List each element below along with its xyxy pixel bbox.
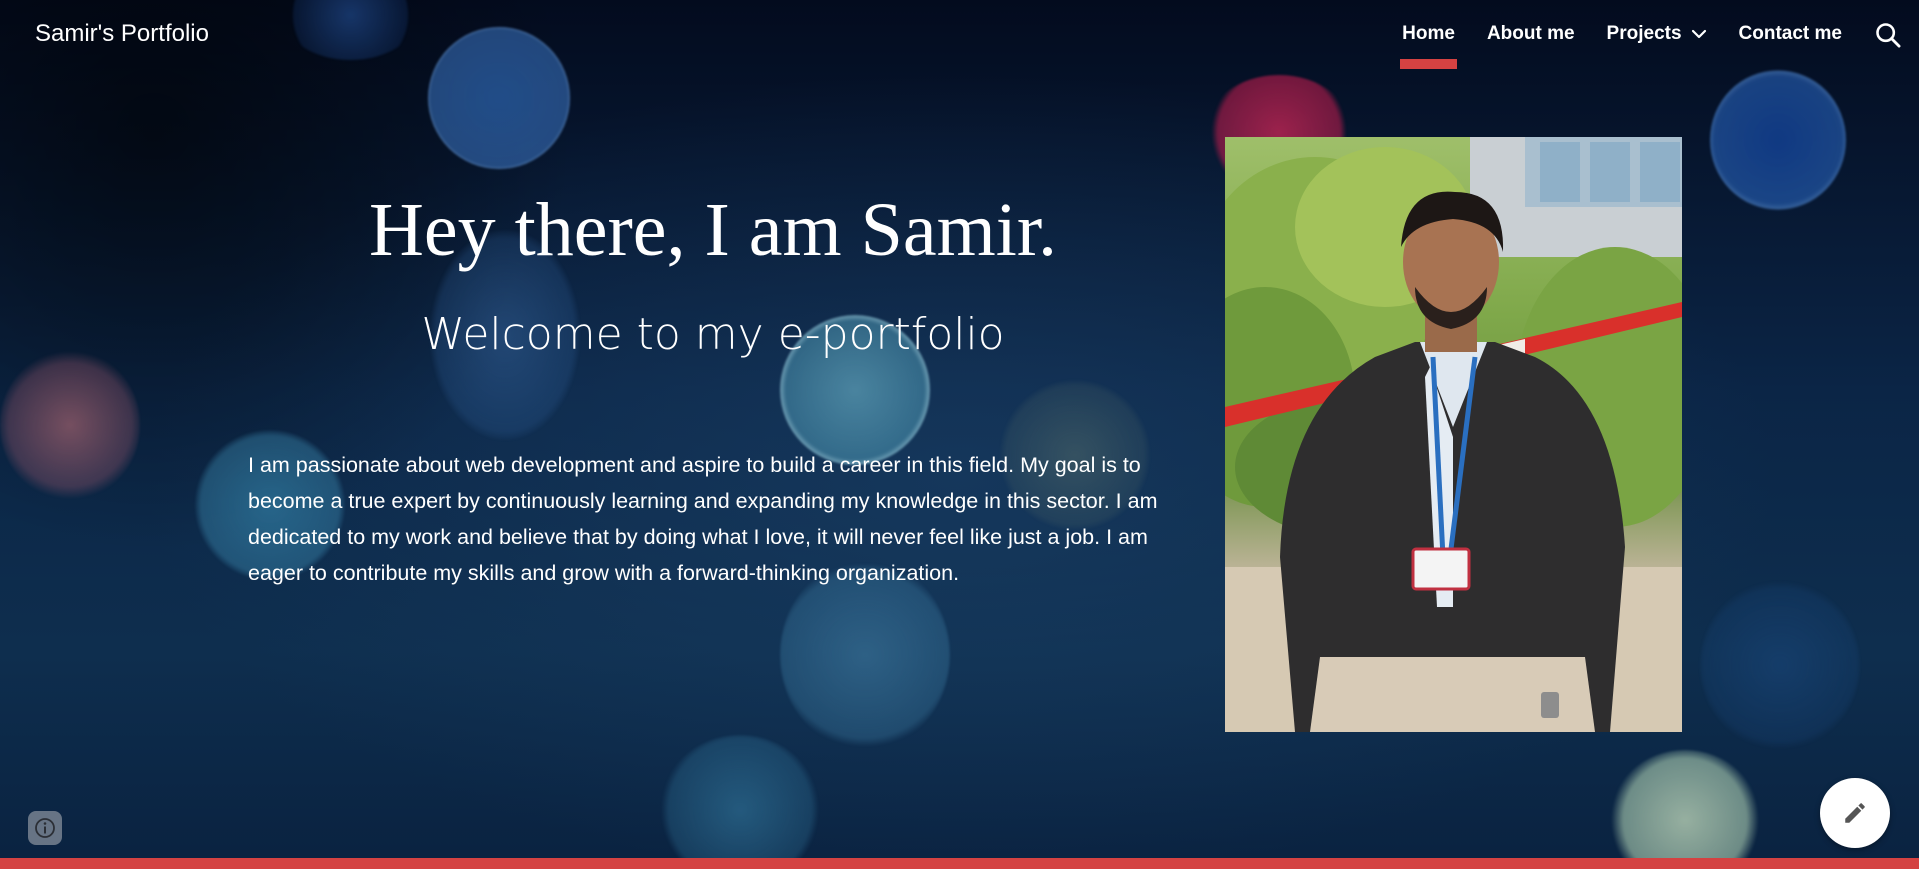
edit-button[interactable] xyxy=(1820,778,1890,848)
hero-subheading: Welcome to my e-portfolio xyxy=(421,309,1005,360)
nav-about-me[interactable]: About me xyxy=(1487,23,1575,45)
site-title[interactable]: Samir's Portfolio xyxy=(35,20,209,48)
bokeh-circle xyxy=(1700,580,1860,750)
nav-projects-label: Projects xyxy=(1606,23,1682,44)
nav-projects[interactable]: Projects xyxy=(1607,23,1707,45)
profile-photo-illustration xyxy=(1225,137,1682,732)
bokeh-circle xyxy=(1610,750,1760,869)
info-button[interactable] xyxy=(28,811,62,845)
profile-photo xyxy=(1225,137,1682,732)
info-icon xyxy=(35,818,55,838)
nav-contact-me[interactable]: Contact me xyxy=(1739,23,1842,45)
chevron-down-icon xyxy=(1691,29,1706,39)
top-navigation-bar: Samir's Portfolio Home About me Projects… xyxy=(0,0,1919,70)
search-icon[interactable] xyxy=(1874,21,1902,49)
bottom-accent-bar xyxy=(0,858,1919,869)
hero-heading: Hey there, I am Samir. xyxy=(368,188,1057,272)
bokeh-circle xyxy=(1710,70,1846,210)
hero-description: I am passionate about web development an… xyxy=(248,453,1158,585)
nav-home[interactable]: Home xyxy=(1400,23,1457,69)
pencil-icon xyxy=(1845,803,1865,823)
main-nav: Home About me Projects Contact me xyxy=(1400,0,1919,70)
bokeh-circle xyxy=(660,735,820,869)
bokeh-circle xyxy=(0,350,140,500)
